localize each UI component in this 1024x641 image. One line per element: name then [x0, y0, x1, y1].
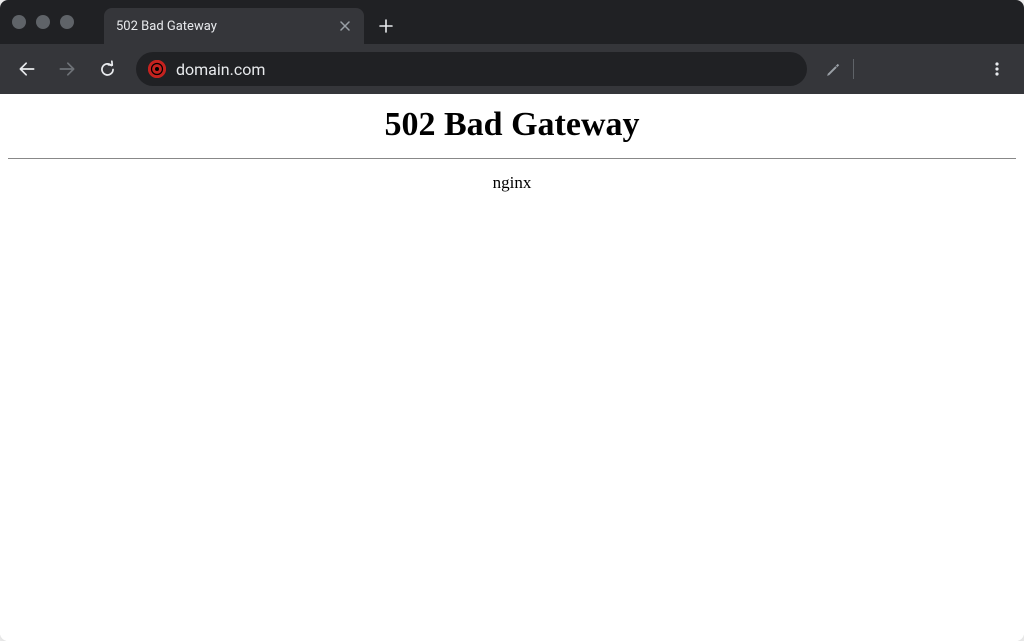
toolbar: domain.com [0, 44, 1024, 94]
window-close-dot[interactable] [12, 15, 26, 29]
window-minimize-dot[interactable] [36, 15, 50, 29]
window-maximize-dot[interactable] [60, 15, 74, 29]
browser-tab[interactable]: 502 Bad Gateway [104, 8, 364, 44]
divider-line [8, 158, 1016, 159]
window-controls [12, 15, 74, 29]
browser-menu-button[interactable] [980, 52, 1014, 86]
browser-window: 502 Bad Gateway domain.com [0, 0, 1024, 641]
back-button[interactable] [10, 52, 44, 86]
new-tab-button[interactable] [372, 12, 400, 40]
page-content: 502 Bad Gateway nginx [0, 94, 1024, 641]
error-heading: 502 Bad Gateway [8, 106, 1016, 144]
server-name: nginx [8, 173, 1016, 193]
tab-title: 502 Bad Gateway [116, 19, 328, 34]
forward-button[interactable] [50, 52, 84, 86]
tab-bar: 502 Bad Gateway [104, 0, 1024, 44]
edit-icon[interactable] [819, 55, 847, 83]
address-bar[interactable]: domain.com [136, 52, 807, 86]
reload-button[interactable] [90, 52, 124, 86]
url-text: domain.com [176, 60, 795, 79]
site-favicon-icon [148, 60, 166, 78]
close-tab-icon[interactable] [338, 19, 352, 33]
titlebar: 502 Bad Gateway [0, 0, 1024, 44]
toolbar-right [819, 52, 1014, 86]
toolbar-divider [853, 59, 854, 79]
